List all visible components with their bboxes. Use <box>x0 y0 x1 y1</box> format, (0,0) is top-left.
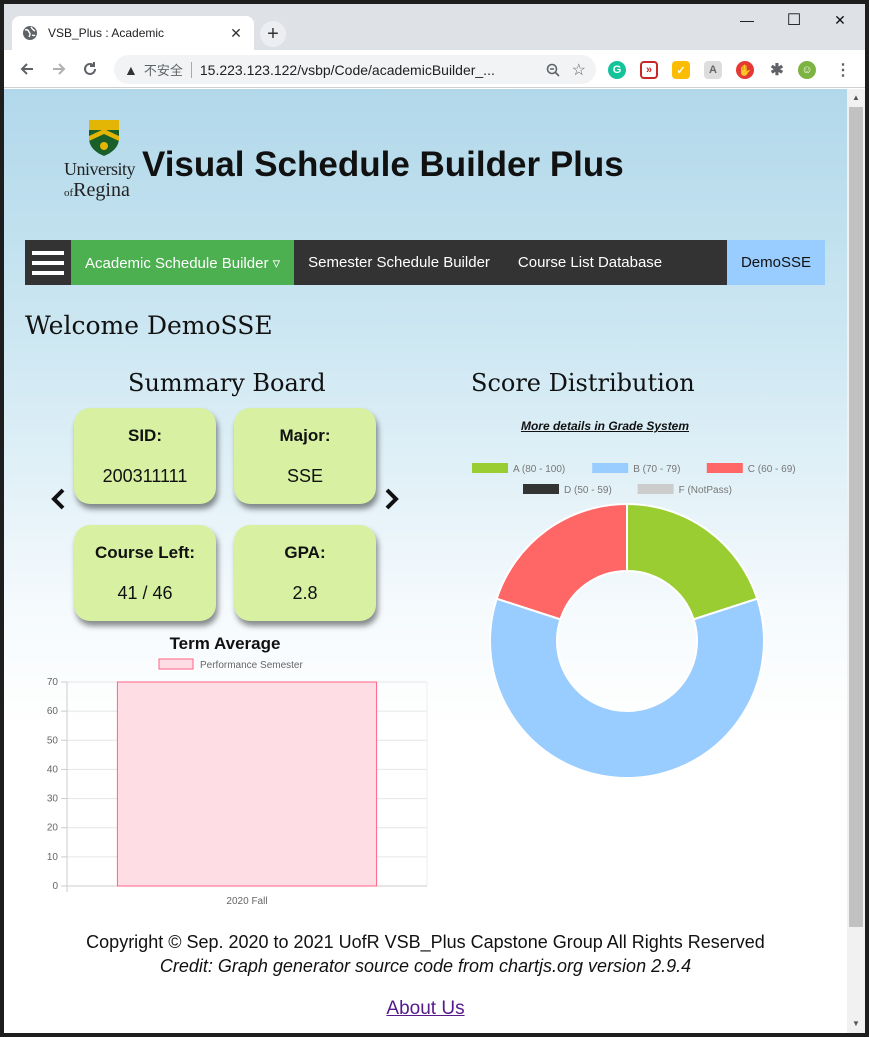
donut-slice <box>489 597 765 779</box>
adblock-extension-icon[interactable]: ✋ <box>736 61 754 79</box>
about-us-link[interactable]: About Us <box>4 998 847 1020</box>
legend-label: B (70 - 79) <box>633 464 680 475</box>
page-scrollbar[interactable]: ▲ ▼ <box>847 89 865 1033</box>
close-window-button[interactable]: ✕ <box>825 12 855 29</box>
extensions-puzzle-icon[interactable]: ✱ <box>768 61 786 79</box>
grade-system-link[interactable]: More details in Grade System <box>434 419 776 433</box>
divider <box>190 61 192 78</box>
globe-icon <box>23 26 37 40</box>
scroll-down-icon[interactable]: ▼ <box>847 1019 865 1028</box>
card-gpa: GPA: 2.8 <box>234 525 376 621</box>
legend-swatch <box>637 484 674 494</box>
tab-strip: VSB_Plus : Academic ✕ + — ☐ ✕ <box>4 4 865 50</box>
url-text[interactable]: 15.223.123.122/vsbp/Code/academicBuilder… <box>200 62 534 78</box>
legend-label: C (60 - 69) <box>748 464 796 475</box>
legend-swatch <box>706 463 743 473</box>
y-tick-label: 0 <box>52 881 58 892</box>
legend-swatch <box>523 484 559 494</box>
tab-close-icon[interactable]: ✕ <box>228 25 244 42</box>
legend-swatch <box>592 463 629 473</box>
legend-label: D (50 - 59) <box>564 485 612 496</box>
card-label: SID: <box>128 426 162 445</box>
y-tick-label: 70 <box>47 677 59 688</box>
minimize-button[interactable]: — <box>732 12 762 28</box>
logo-text-university: University <box>64 159 136 179</box>
bookmark-star-icon[interactable]: ☆ <box>572 60 586 80</box>
donut-slice <box>626 502 759 621</box>
menu-kebab-icon[interactable]: ⋮ <box>834 61 852 79</box>
zoom-icon[interactable] <box>546 63 560 77</box>
welcome-message: Welcome DemoSSE <box>25 311 273 340</box>
legend-swatch <box>472 463 508 473</box>
donut-slice <box>495 502 628 621</box>
site-title: Visual Schedule Builder Plus <box>142 145 624 184</box>
legend-label: A (80 - 100) <box>513 464 565 475</box>
scroll-up-icon[interactable]: ▲ <box>847 93 865 102</box>
maximize-button[interactable]: ☐ <box>779 10 809 30</box>
term-average-title: Term Average <box>169 634 281 653</box>
card-value: SSE <box>286 466 324 486</box>
y-tick-label: 30 <box>47 794 59 805</box>
browser-tab[interactable]: VSB_Plus : Academic ✕ <box>12 16 254 50</box>
carousel-prev-button[interactable] <box>50 486 66 517</box>
tab-title: VSB_Plus : Academic <box>48 26 165 40</box>
card-value: 41 / 46 <box>117 583 173 603</box>
nav-academic-schedule-builder[interactable]: Academic Schedule Builder ▿ <box>71 240 295 285</box>
nav-user[interactable]: DemoSSE <box>726 240 825 285</box>
score-distribution-title: Score Distribution <box>471 369 695 397</box>
card-value: 2.8 <box>292 583 318 603</box>
card-major: Major: SSE <box>234 408 376 504</box>
extension-check-icon[interactable]: ✓ <box>672 61 690 79</box>
y-tick-label: 60 <box>47 706 59 717</box>
address-bar[interactable]: ▲ 不安全 15.223.123.122/vsbp/Code/academicB… <box>114 55 596 84</box>
legend-label: F (NotPass) <box>679 485 732 496</box>
forward-icon[interactable] <box>48 58 70 80</box>
y-tick-label: 20 <box>47 823 59 834</box>
legend-label: Performance Semester <box>200 660 303 671</box>
carousel-next-button[interactable] <box>384 486 400 517</box>
y-tick-label: 10 <box>47 852 59 863</box>
scrollbar-thumb[interactable] <box>849 107 863 927</box>
security-label: 不安全 <box>143 63 183 78</box>
new-tab-button[interactable]: + <box>260 21 286 47</box>
y-tick-label: 40 <box>47 764 59 775</box>
nav-semester-schedule-builder[interactable]: Semester Schedule Builder <box>294 240 504 285</box>
nav-course-list-database[interactable]: Course List Database <box>504 240 676 285</box>
university-logo: University ofRegina <box>64 119 144 203</box>
main-nav: Academic Schedule Builder ▿ Semester Sch… <box>25 240 825 285</box>
x-tick-label: 2020 Fall <box>226 896 267 907</box>
card-sid: SID: 200311111 <box>74 408 216 504</box>
card-label: Course Left: <box>94 543 196 562</box>
term-average-chart: Performance Semester 0 10 20 30 40 50 60 70 2020 … <box>47 658 428 907</box>
page-viewport: University ofRegina Visual Schedule Buil… <box>4 89 847 1033</box>
score-distribution-chart: A (80 - 100) B (70 - 79) C (60 - 69) D (50 … <box>472 463 796 779</box>
credit-text: Credit: Graph generator source code from… <box>159 956 692 976</box>
summary-board-title: Summary Board <box>128 369 326 397</box>
card-label: Major: <box>279 426 331 445</box>
card-value: 200311111 <box>102 466 188 486</box>
reload-icon[interactable] <box>79 58 101 80</box>
y-tick-label: 50 <box>47 735 59 746</box>
extension-gray-icon[interactable]: A <box>704 61 722 79</box>
logo-text-regina: ofRegina <box>64 179 130 201</box>
legend-swatch <box>158 658 194 670</box>
extension-red-icon[interactable]: » <box>640 61 658 79</box>
crest-icon <box>89 120 119 156</box>
bar <box>116 681 378 887</box>
copyright-text: Copyright © Sep. 2020 to 2021 UofR VSB_P… <box>86 932 765 952</box>
hamburger-menu-icon[interactable] <box>25 240 71 285</box>
back-icon[interactable] <box>16 58 38 80</box>
grammarly-extension-icon[interactable]: G <box>608 61 626 79</box>
warning-icon: ▲ <box>124 61 138 78</box>
browser-toolbar: ▲ 不安全 15.223.123.122/vsbp/Code/academicB… <box>4 50 865 88</box>
card-course-left: Course Left: 41 / 46 <box>74 525 216 621</box>
card-label: GPA: <box>284 543 326 562</box>
profile-avatar-icon[interactable]: ☺ <box>798 61 816 79</box>
browser-window: VSB_Plus : Academic ✕ + — ☐ ✕ ▲ 不安全 15.2… <box>4 4 865 1033</box>
